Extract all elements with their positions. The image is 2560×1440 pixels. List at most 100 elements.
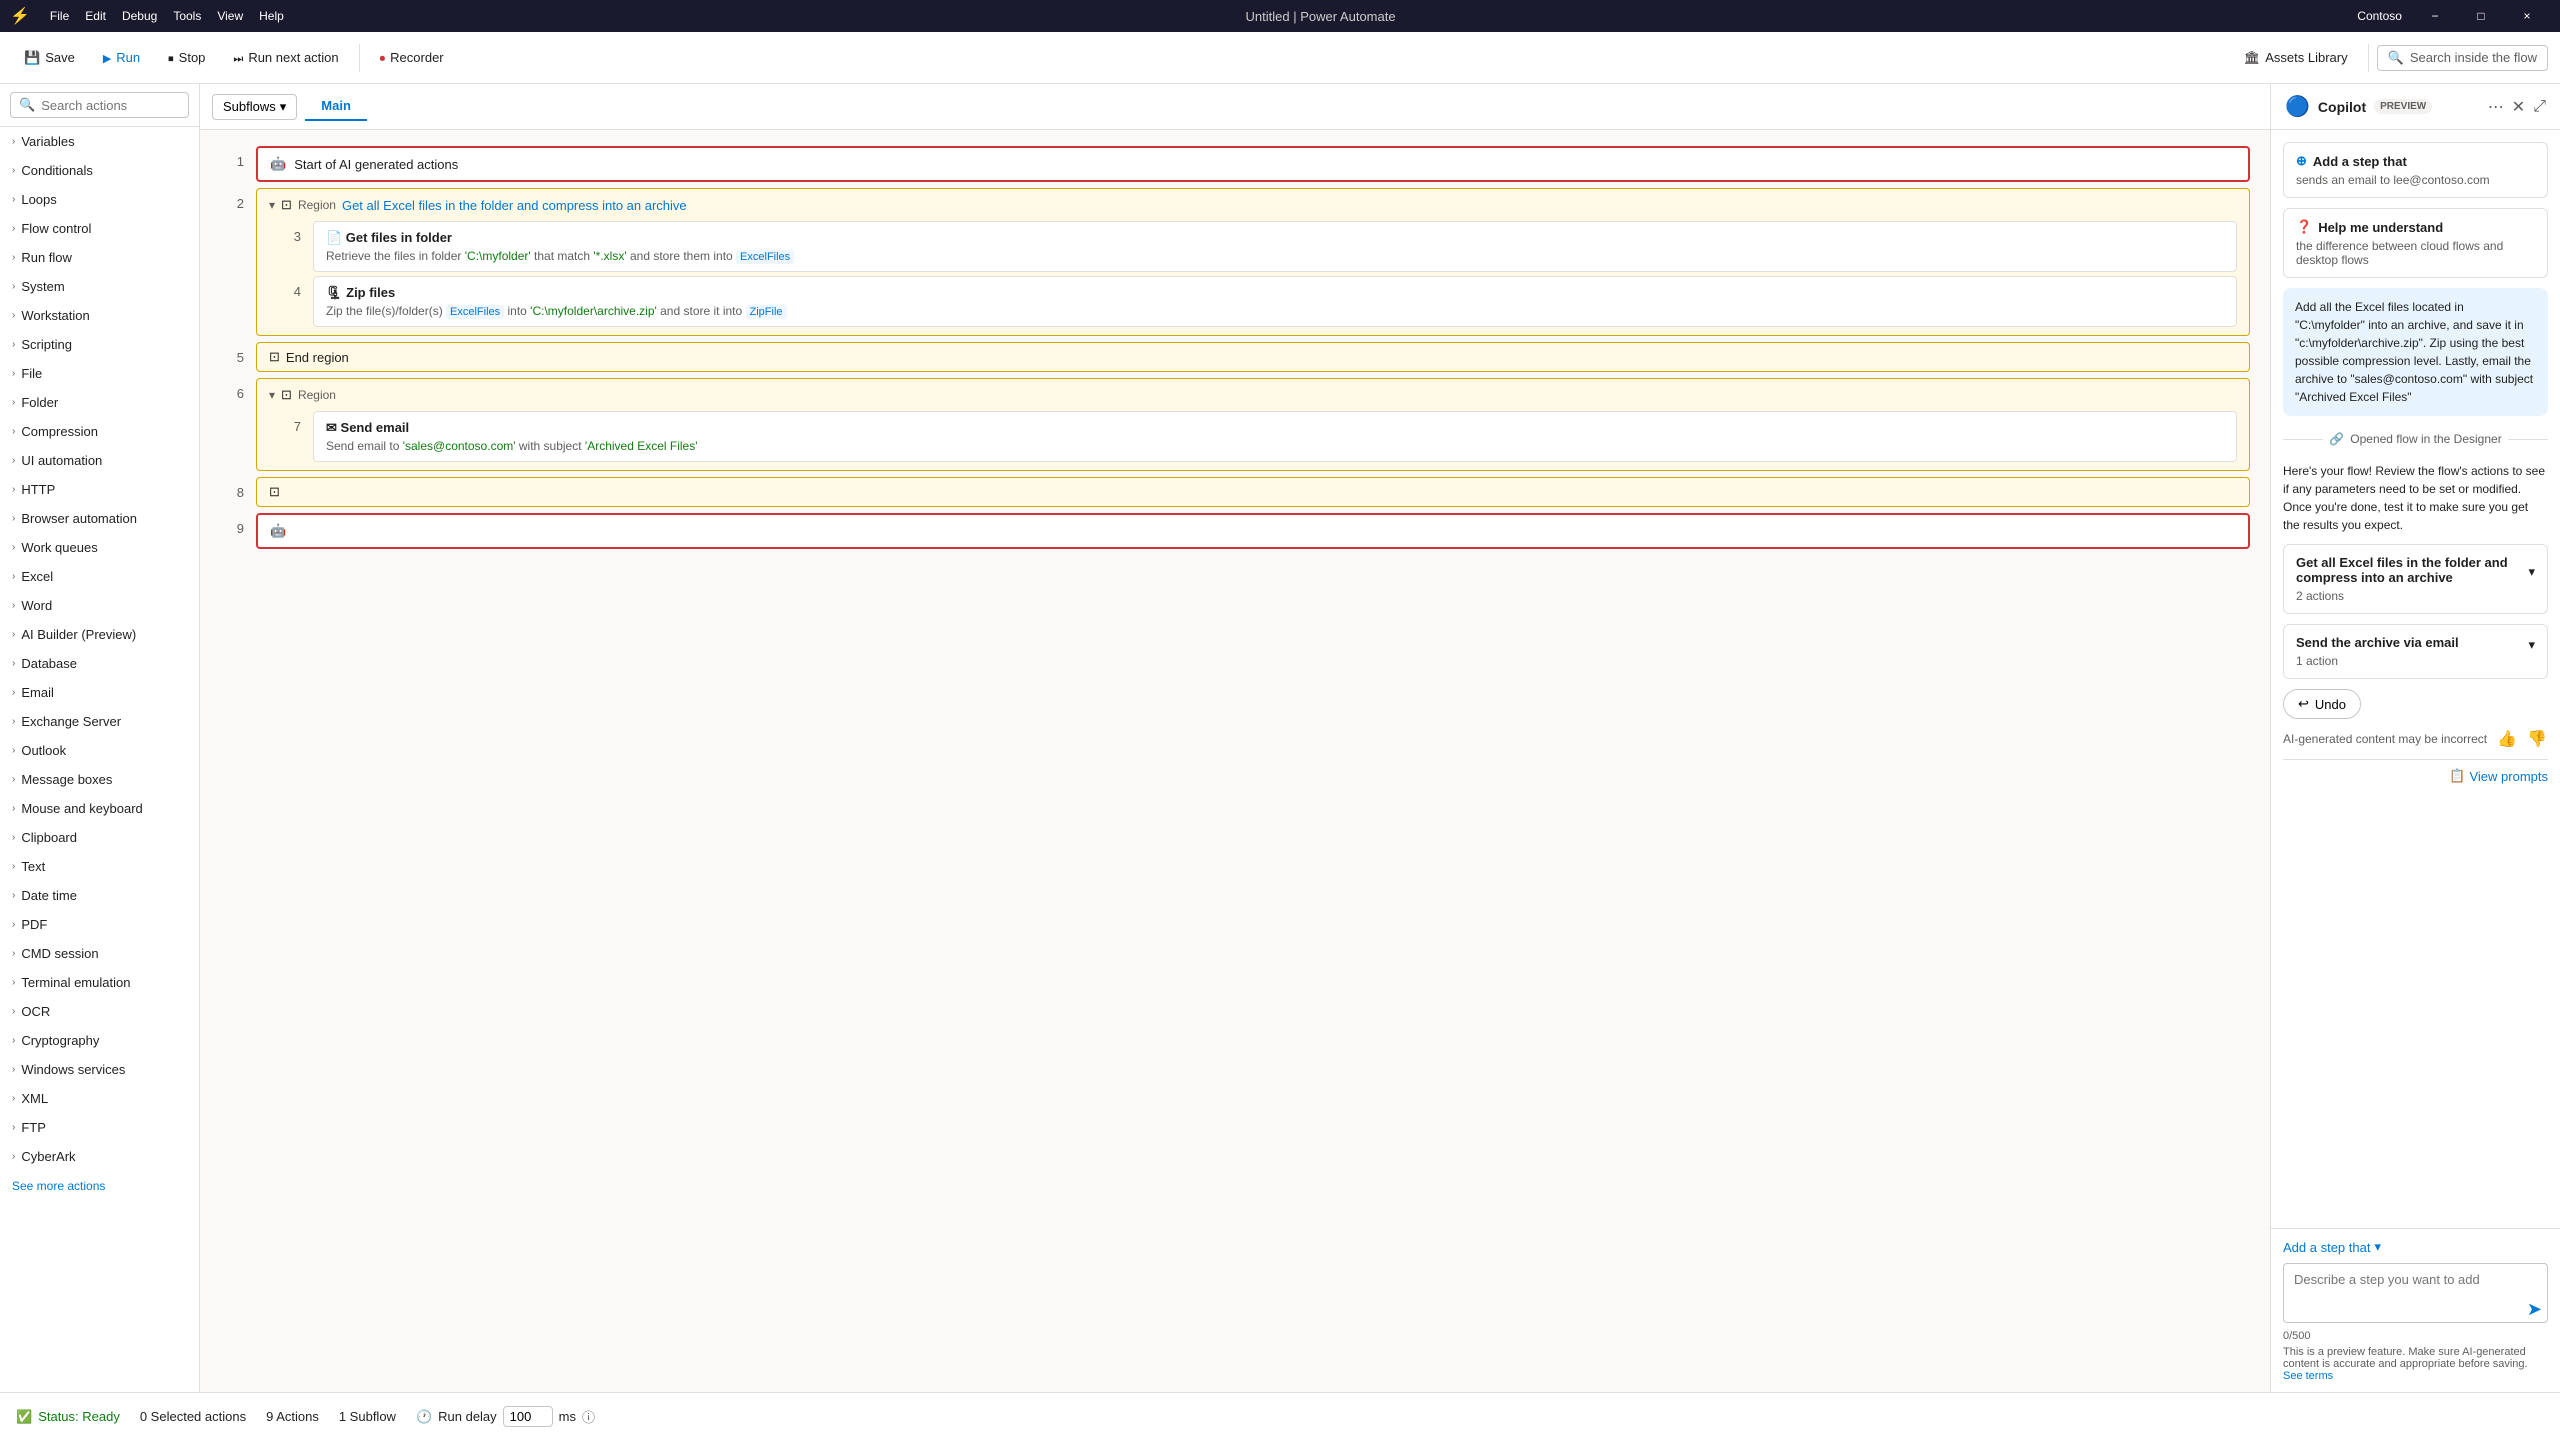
menu-debug[interactable]: Debug bbox=[122, 9, 157, 23]
sidebar-item-excel[interactable]: ›Excel bbox=[0, 562, 199, 591]
action-row-3: 3 📄 Get files in folder Retrieve the fil… bbox=[257, 221, 2237, 272]
suggestion-add-step[interactable]: ⊕ Add a step that sends an email to lee@… bbox=[2283, 142, 2548, 198]
sidebar-item-cyberark[interactable]: ›CyberArk bbox=[0, 1142, 199, 1171]
sidebar-item-ftp[interactable]: ›FTP bbox=[0, 1113, 199, 1142]
sidebar-item-browser-automation[interactable]: ›Browser automation bbox=[0, 504, 199, 533]
copilot-close-button[interactable]: ✕ bbox=[2512, 97, 2525, 117]
copilot-panel: 🔵 Copilot PREVIEW ⋯ ✕ ⤢ ⊕ Add a step tha… bbox=[2270, 84, 2560, 1392]
flow-section-2[interactable]: Send the archive via email ▾ 1 action bbox=[2283, 624, 2548, 679]
thumbs-up-button[interactable]: 👍 bbox=[2497, 729, 2517, 749]
region-card-2[interactable]: ▾ ⊡ Region 7 ✉ Send email bbox=[256, 378, 2250, 471]
window-title: Untitled | Power Automate bbox=[1246, 9, 1396, 24]
run-next-button[interactable]: Run next action bbox=[221, 44, 350, 72]
clock-icon: 🕐 bbox=[416, 1409, 432, 1425]
sidebar-item-label: File bbox=[21, 366, 42, 381]
region-name-1: Get all Excel files in the folder and co… bbox=[342, 198, 687, 213]
add-step-label[interactable]: Add a step that ▾ bbox=[2283, 1239, 2548, 1255]
sidebar-item-exchange-server[interactable]: ›Exchange Server bbox=[0, 707, 199, 736]
menu-edit[interactable]: Edit bbox=[85, 9, 106, 23]
sidebar-item-cmd-session[interactable]: ›CMD session bbox=[0, 939, 199, 968]
sidebar-item-conditionals[interactable]: ›Conditionals bbox=[0, 156, 199, 185]
sidebar-item-compression[interactable]: ›Compression bbox=[0, 417, 199, 446]
sidebar-item-word[interactable]: ›Word bbox=[0, 591, 199, 620]
sidebar-item-clipboard[interactable]: ›Clipboard bbox=[0, 823, 199, 852]
region-expand-icon[interactable]: ▾ bbox=[269, 198, 275, 212]
zip-files-action[interactable]: 🗜 Zip files Zip the file(s)/folder(s) Ex… bbox=[313, 276, 2237, 327]
sidebar-item-run-flow[interactable]: ›Run flow bbox=[0, 243, 199, 272]
sidebar-item-text[interactable]: ›Text bbox=[0, 852, 199, 881]
minimize-button[interactable]: − bbox=[2412, 0, 2458, 32]
prompt-send-button[interactable]: ➤ bbox=[2527, 1299, 2542, 1320]
sidebar-item-email[interactable]: ›Email bbox=[0, 678, 199, 707]
sidebar-item-http[interactable]: ›HTTP bbox=[0, 475, 199, 504]
sidebar-item-outlook[interactable]: ›Outlook bbox=[0, 736, 199, 765]
sidebar-item-cryptography[interactable]: ›Cryptography bbox=[0, 1026, 199, 1055]
run-button[interactable]: Run bbox=[91, 44, 152, 71]
sidebar-item-mouse-keyboard[interactable]: ›Mouse and keyboard bbox=[0, 794, 199, 823]
copilot-more-button[interactable]: ⋯ bbox=[2488, 97, 2504, 117]
restore-button[interactable]: □ bbox=[2458, 0, 2504, 32]
prompt-input[interactable] bbox=[2283, 1263, 2548, 1323]
thumbs-down-button[interactable]: 👎 bbox=[2527, 729, 2547, 749]
statusbar: ✅ Status: Ready 0 Selected actions 9 Act… bbox=[0, 1392, 2560, 1440]
action-num-2: 2 bbox=[220, 188, 244, 211]
menu-file[interactable]: File bbox=[50, 9, 69, 23]
sidebar-item-windows-services[interactable]: ›Windows services bbox=[0, 1055, 199, 1084]
view-prompts-button[interactable]: 📋 View prompts bbox=[2449, 768, 2548, 784]
search-flow-container[interactable]: 🔍 Search inside the flow bbox=[2377, 45, 2548, 71]
end-region-card-1[interactable]: ⊡ End region bbox=[256, 342, 2250, 372]
sidebar-item-workstation[interactable]: ›Workstation bbox=[0, 301, 199, 330]
send-email-action[interactable]: ✉ Send email Send email to 'sales@contos… bbox=[313, 411, 2237, 462]
action-num-4: 4 bbox=[277, 276, 301, 299]
sidebar-item-system[interactable]: ›System bbox=[0, 272, 199, 301]
recorder-button[interactable]: Recorder bbox=[368, 44, 456, 72]
region-card-1[interactable]: ▾ ⊡ Region Get all Excel files in the fo… bbox=[256, 188, 2250, 336]
menu-help[interactable]: Help bbox=[259, 9, 284, 23]
chevron-right-icon: › bbox=[12, 1122, 15, 1133]
sidebar-item-loops[interactable]: ›Loops bbox=[0, 185, 199, 214]
suggestion-help[interactable]: ❓ Help me understand the difference betw… bbox=[2283, 208, 2548, 278]
sidebar-item-pdf[interactable]: ›PDF bbox=[0, 910, 199, 939]
sidebar-item-variables[interactable]: ›Variables bbox=[0, 127, 199, 156]
flow-section-1[interactable]: Get all Excel files in the folder and co… bbox=[2283, 544, 2548, 614]
ai-user-message: Add all the Excel files located in "C:\m… bbox=[2283, 288, 2548, 416]
stop-button[interactable]: Stop bbox=[156, 44, 217, 72]
next-icon bbox=[233, 50, 243, 66]
menu-view[interactable]: View bbox=[217, 9, 243, 23]
assets-library-button[interactable]: 🏛 Assets Library bbox=[2232, 44, 2360, 72]
see-terms-link[interactable]: See terms bbox=[2283, 1370, 2333, 1382]
ai-start-card[interactable]: 🤖 Start of AI generated actions bbox=[256, 146, 2250, 182]
main-tab[interactable]: Main bbox=[305, 92, 367, 121]
action-num-1: 1 bbox=[220, 146, 244, 169]
sidebar-item-scripting[interactable]: ›Scripting bbox=[0, 330, 199, 359]
region-expand-icon-2[interactable]: ▾ bbox=[269, 388, 275, 402]
review-message: Here's your flow! Review the flow's acti… bbox=[2283, 462, 2548, 534]
sidebar: 🔍 ›Variables›Conditionals›Loops›Flow con… bbox=[0, 84, 200, 1392]
get-files-action[interactable]: 📄 Get files in folder Retrieve the files… bbox=[313, 221, 2237, 272]
sidebar-item-folder[interactable]: ›Folder bbox=[0, 388, 199, 417]
close-button[interactable]: × bbox=[2504, 0, 2550, 32]
sidebar-item-database[interactable]: ›Database bbox=[0, 649, 199, 678]
sidebar-item-file[interactable]: ›File bbox=[0, 359, 199, 388]
sidebar-item-terminal-emulation[interactable]: ›Terminal emulation bbox=[0, 968, 199, 997]
undo-button[interactable]: ↩ Undo bbox=[2283, 689, 2361, 719]
copilot-expand-button[interactable]: ⤢ bbox=[2533, 98, 2546, 116]
delay-value-input[interactable] bbox=[503, 1406, 553, 1427]
sidebar-item-ocr[interactable]: ›OCR bbox=[0, 997, 199, 1026]
end-region-card-2[interactable]: ⊡ bbox=[256, 477, 2250, 507]
sidebar-item-ai-builder[interactable]: ›AI Builder (Preview) bbox=[0, 620, 199, 649]
search-actions-input[interactable] bbox=[41, 98, 180, 113]
sidebar-item-work-queues[interactable]: ›Work queues bbox=[0, 533, 199, 562]
action-row-6: 6 ▾ ⊡ Region 7 ✉ Send ema bbox=[220, 378, 2250, 471]
save-button[interactable]: Save bbox=[12, 44, 87, 72]
sidebar-item-message-boxes[interactable]: ›Message boxes bbox=[0, 765, 199, 794]
menu-tools[interactable]: Tools bbox=[173, 9, 201, 23]
sidebar-item-date-time[interactable]: ›Date time bbox=[0, 881, 199, 910]
subflows-button[interactable]: Subflows ▾ bbox=[212, 94, 297, 120]
sidebar-item-ui-automation[interactable]: ›UI automation bbox=[0, 446, 199, 475]
search-actions-container[interactable]: 🔍 bbox=[10, 92, 189, 118]
see-more-actions-link[interactable]: See more actions bbox=[0, 1171, 199, 1201]
ai-end-card[interactable]: 🤖 bbox=[256, 513, 2250, 549]
sidebar-item-flow-control[interactable]: ›Flow control bbox=[0, 214, 199, 243]
sidebar-item-xml[interactable]: ›XML bbox=[0, 1084, 199, 1113]
